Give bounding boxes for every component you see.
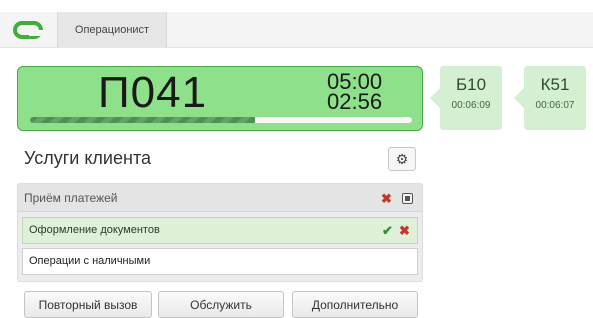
queue-ticket-id: Б10 (455, 75, 487, 94)
logo-icon[interactable] (12, 20, 48, 40)
services-panel: Приём платежей ✖ Оформление документов ✔… (17, 183, 423, 282)
close-icon[interactable]: ✖ (399, 224, 410, 237)
arrow-left-icon (430, 88, 440, 108)
service-item-documents[interactable]: Оформление документов (22, 217, 418, 244)
settings-button[interactable]: ⚙ (388, 147, 416, 171)
services-title: Услуги клиента (24, 148, 151, 168)
queue-wait-time: 00:06:07 (535, 100, 575, 111)
ticket-number: П041 (98, 68, 208, 117)
progress-fill (30, 117, 256, 123)
service-item-label: Оформление документов (29, 224, 160, 236)
serve-button[interactable]: Обслужить (158, 291, 284, 318)
tab-operator[interactable]: Операционист (57, 12, 167, 48)
additional-button[interactable]: Дополнительно (292, 291, 418, 318)
service-group-header[interactable]: Приём платежей (18, 184, 422, 212)
arrow-left-icon (514, 88, 524, 108)
top-bar: Операционист (0, 12, 593, 48)
gear-icon: ⚙ (395, 150, 409, 167)
queue-ticket-id: К51 (540, 75, 570, 94)
queue-card[interactable]: К51 00:06:07 (524, 66, 586, 130)
service-group-label: Приём платежей (24, 191, 118, 205)
service-item-label: Операции с наличными (29, 255, 151, 267)
service-progress-bar (30, 117, 412, 123)
collapse-icon[interactable] (402, 193, 413, 204)
recall-button[interactable]: Повторный вызов (24, 291, 152, 318)
close-icon[interactable]: ✖ (381, 192, 392, 205)
queue-card[interactable]: Б10 00:06:09 (440, 66, 502, 130)
service-item-cash[interactable]: Операции с наличными (22, 248, 418, 275)
current-ticket-panel: П041 05:00 02:56 (17, 66, 423, 131)
ticket-time-elapsed: 02:56 (327, 89, 383, 114)
queue-wait-time: 00:06:09 (451, 100, 491, 111)
check-icon[interactable]: ✔ (382, 224, 393, 237)
